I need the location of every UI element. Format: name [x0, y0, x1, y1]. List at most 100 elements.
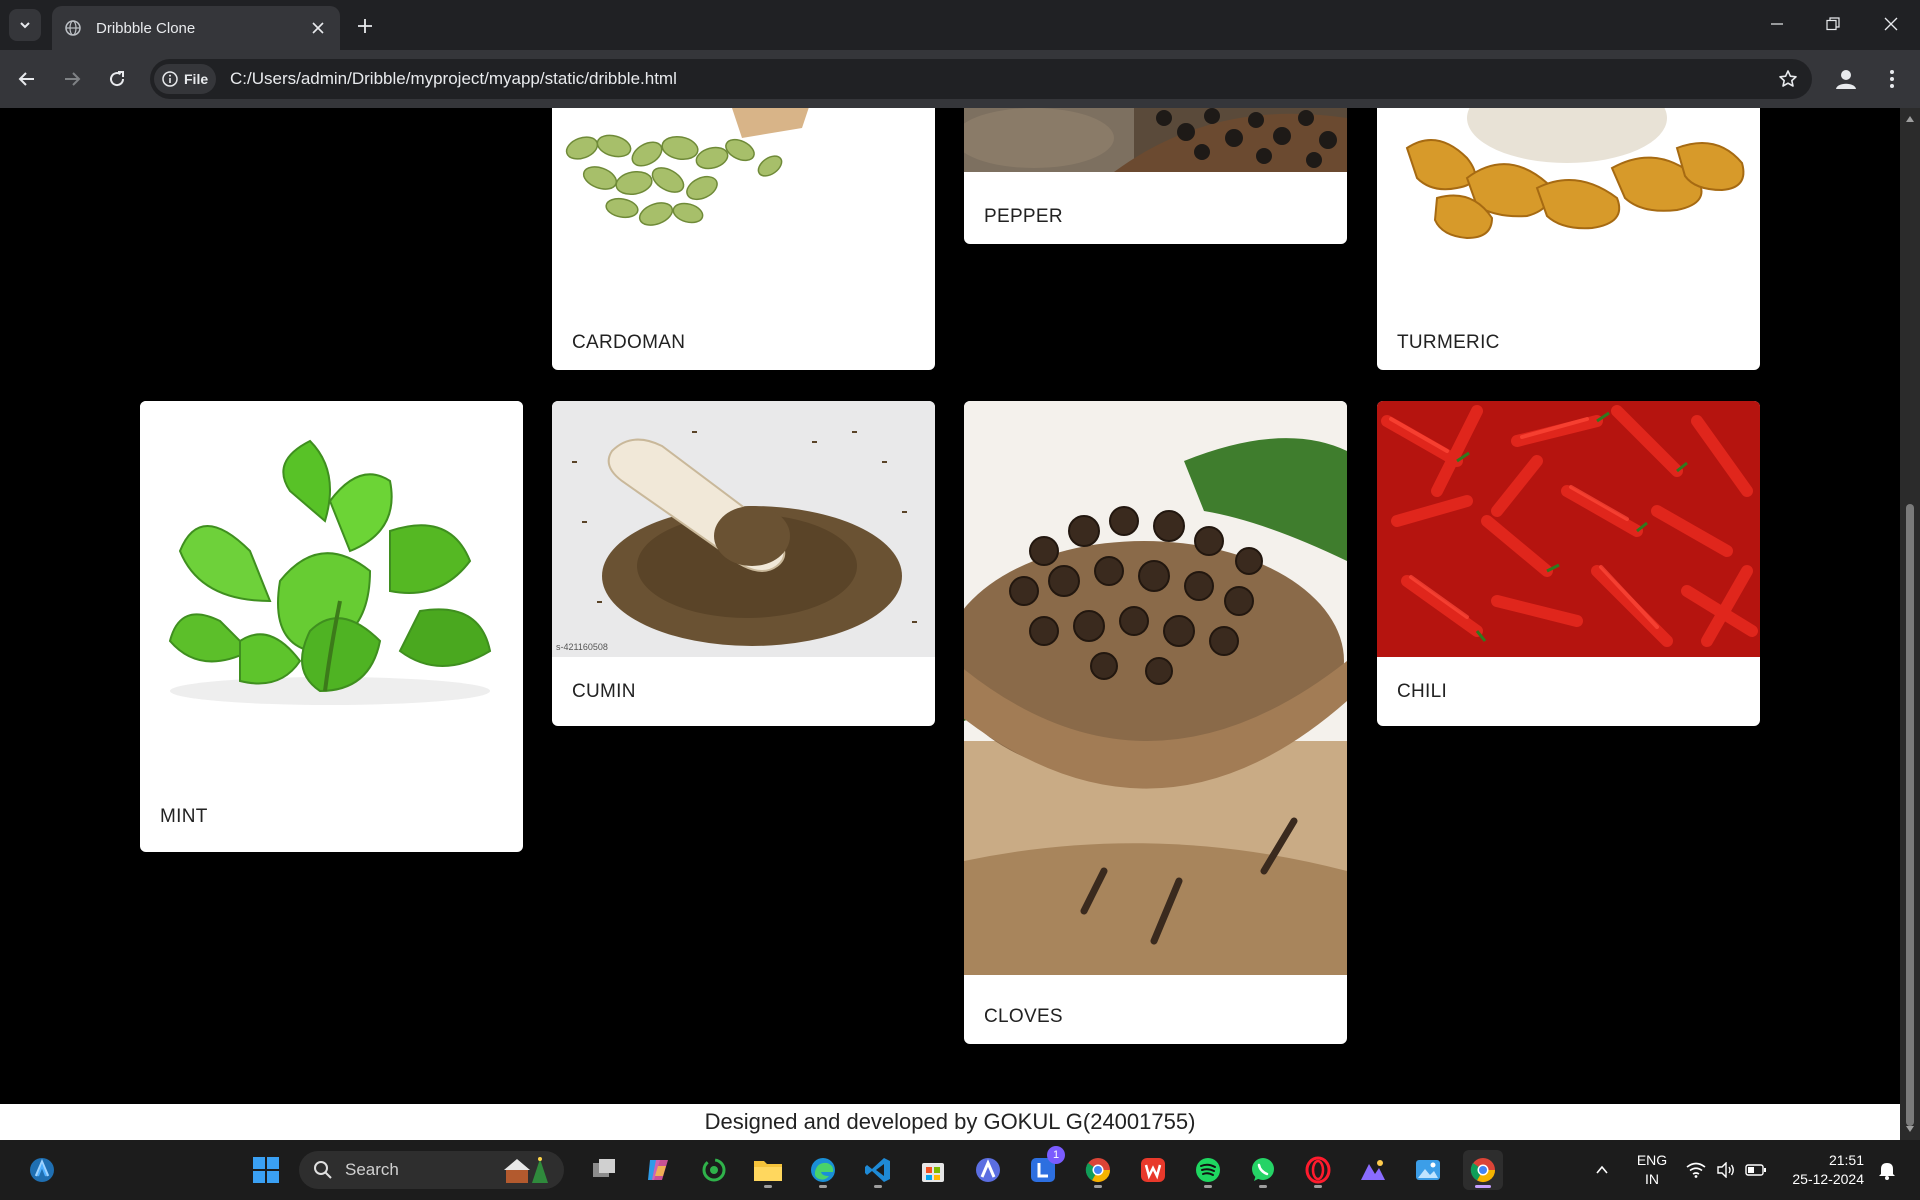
file-explorer-icon[interactable] [748, 1150, 788, 1190]
mint-image [140, 401, 523, 771]
card-label: MINT [160, 806, 208, 827]
taskbar: Search 1 ENG IN 21:51 25-12-2024 [0, 1140, 1920, 1200]
page-scrollbar[interactable] [1900, 108, 1920, 1140]
chrome-icon[interactable] [1078, 1150, 1118, 1190]
running-indicator [1094, 1185, 1102, 1188]
scrollbar-thumb[interactable] [1906, 504, 1914, 1126]
plus-icon [358, 19, 372, 33]
card-label: CUMIN [572, 681, 636, 702]
site-info-chip[interactable]: File [154, 64, 217, 94]
scroll-up-icon[interactable] [1905, 114, 1915, 124]
chili-image [1377, 401, 1760, 657]
turmeric-image [1377, 108, 1760, 252]
card-cumin[interactable]: s-421160508 CUMIN [552, 401, 935, 726]
tab-search-button[interactable] [9, 9, 41, 41]
running-indicator [1204, 1185, 1212, 1188]
spotify-icon[interactable] [1188, 1150, 1228, 1190]
cumin-image: s-421160508 [552, 401, 935, 657]
windows-start-icon[interactable] [246, 1150, 286, 1190]
bookmark-star-icon[interactable] [1774, 65, 1802, 93]
address-bar[interactable]: File C:/Users/admin/Dribble/myproject/my… [150, 59, 1812, 99]
cardamom-image [552, 108, 935, 302]
reload-button[interactable] [100, 62, 134, 96]
running-indicator [1314, 1185, 1322, 1188]
minimize-icon [1771, 23, 1783, 25]
opera-icon[interactable] [1298, 1150, 1338, 1190]
wps-office-icon[interactable] [1133, 1150, 1173, 1190]
card-pepper[interactable]: PEPPER [964, 108, 1347, 244]
running-indicator [1259, 1185, 1267, 1188]
bell-icon[interactable] [1872, 1150, 1902, 1190]
app-l-icon[interactable]: 1 [1023, 1146, 1065, 1190]
task-view-icon[interactable] [584, 1150, 624, 1190]
image-watermark: s-421160508 [556, 642, 608, 652]
card-label: TURMERIC [1397, 332, 1500, 353]
arrow-right-icon [65, 72, 81, 86]
active-indicator [1475, 1185, 1491, 1188]
search-icon [314, 1161, 332, 1179]
close-window-button[interactable] [1868, 8, 1914, 40]
arrow-left-icon [18, 72, 34, 86]
language-indicator[interactable]: ENG IN [1632, 1151, 1672, 1189]
kebab-menu-icon[interactable] [1878, 63, 1906, 95]
holiday-decoration-icon [502, 1155, 550, 1190]
taskbar-search[interactable]: Search [299, 1151, 564, 1189]
page-viewport: CARDOMAN PEPPER TURMERIC MINT s-42116050… [0, 108, 1900, 1140]
close-icon [1884, 17, 1898, 31]
running-indicator [764, 1185, 772, 1188]
sync-app-icon[interactable] [694, 1150, 734, 1190]
url-text[interactable]: C:/Users/admin/Dribble/myproject/myapp/s… [230, 69, 677, 89]
card-label: PEPPER [984, 206, 1063, 227]
page-footer: Designed and developed by GOKUL G(240017… [0, 1104, 1900, 1140]
cloves-image [964, 401, 1347, 975]
chevron-up-icon[interactable] [1582, 1150, 1622, 1190]
tab-title: Dribbble Clone [96, 19, 196, 37]
clock-date: 25-12-2024 [1792, 1171, 1864, 1187]
new-tab-button[interactable] [350, 11, 380, 41]
card-chili[interactable]: CHILI [1377, 401, 1760, 726]
restore-button[interactable] [1810, 8, 1856, 40]
edge-icon[interactable] [803, 1150, 843, 1190]
battery-icon[interactable] [1738, 1150, 1774, 1190]
browser-toolbar: File C:/Users/admin/Dribble/myproject/my… [0, 50, 1920, 108]
scroll-down-icon[interactable] [1905, 1124, 1915, 1134]
info-icon [162, 71, 178, 87]
notification-badge: 1 [1047, 1146, 1065, 1164]
minimize-button[interactable] [1754, 8, 1800, 40]
forward-button[interactable] [55, 62, 89, 96]
search-placeholder: Search [345, 1160, 399, 1179]
card-cloves[interactable]: CLOVES [964, 401, 1347, 1044]
running-indicator [874, 1185, 882, 1188]
clock[interactable]: 21:51 25-12-2024 [1780, 1151, 1864, 1189]
back-button[interactable] [10, 62, 44, 96]
copilot-icon[interactable] [638, 1150, 678, 1190]
running-indicator [819, 1185, 827, 1188]
close-tab-icon[interactable] [306, 16, 330, 40]
footer-credit: Designed and developed by GOKUL G(240017… [704, 1109, 1196, 1134]
globe-icon [64, 19, 82, 37]
browser-tab[interactable]: Dribbble Clone [52, 6, 340, 50]
chevron-down-icon [20, 22, 30, 29]
card-turmeric[interactable]: TURMERIC [1377, 108, 1760, 370]
app-a-icon[interactable] [968, 1150, 1008, 1190]
app-mountain-icon[interactable] [1353, 1150, 1393, 1190]
site-chip-label: File [184, 71, 209, 87]
microsoft-store-icon[interactable] [913, 1150, 953, 1190]
clock-time: 21:51 [1828, 1152, 1864, 1168]
card-mint[interactable]: MINT [140, 401, 523, 852]
whatsapp-icon[interactable] [1243, 1150, 1283, 1190]
restore-icon [1826, 17, 1840, 31]
language-code: ENG [1636, 1152, 1668, 1168]
profile-avatar-icon[interactable] [1830, 63, 1862, 95]
browser-titlebar: Dribbble Clone [0, 0, 1920, 50]
card-label: CARDOMAN [572, 332, 686, 353]
card-cardoman[interactable]: CARDOMAN [552, 108, 935, 370]
vscode-icon[interactable] [858, 1150, 898, 1190]
widgets-icon[interactable] [22, 1150, 62, 1190]
card-label: CHILI [1397, 681, 1448, 702]
card-label: CLOVES [984, 1006, 1063, 1027]
photos-icon[interactable] [1408, 1150, 1448, 1190]
reload-icon [110, 71, 125, 87]
chrome-active-icon[interactable] [1463, 1150, 1503, 1190]
pepper-image [964, 108, 1347, 172]
